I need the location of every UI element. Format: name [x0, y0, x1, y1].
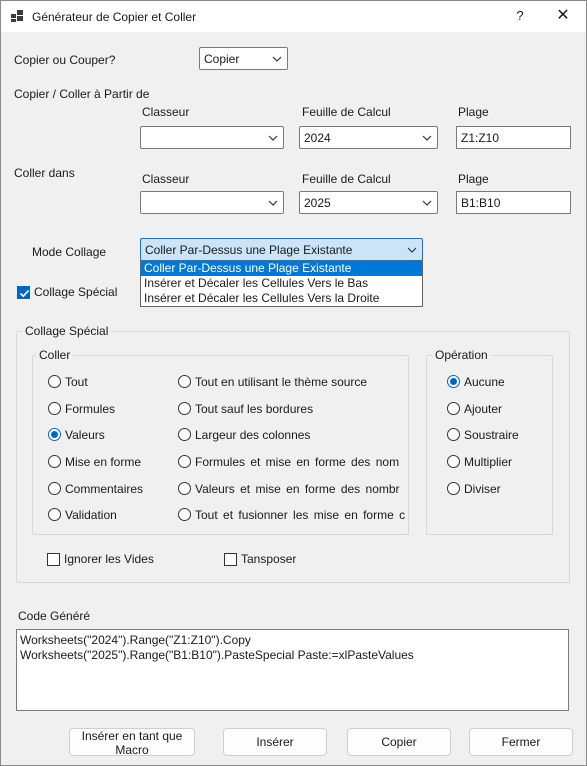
source-range-field[interactable]	[456, 126, 571, 149]
source-sheet-select[interactable]: 2024	[299, 126, 438, 149]
skip-blanks-label[interactable]: Ignorer les Vides	[64, 552, 154, 566]
source-workbook-select[interactable]	[140, 126, 284, 149]
paste-special-checkbox[interactable]	[17, 286, 30, 299]
source-section-label: Copier / Coller à Partir de	[14, 87, 150, 101]
paste-mode-select[interactable]: Coller Par-Dessus une Plage Existante	[140, 238, 423, 261]
radio-values-label[interactable]: Valeurs	[65, 428, 105, 442]
generated-code-label: Code Généré	[18, 609, 91, 623]
dropdown-option[interactable]: Insérer et Décaler les Cellules Vers la …	[141, 291, 422, 306]
source-sheet-label: Feuille de Calcul	[302, 105, 391, 119]
app-icon	[11, 10, 25, 22]
dest-workbook-select[interactable]	[140, 191, 284, 214]
radio-op-subtract[interactable]	[447, 428, 460, 441]
radio-validation-label[interactable]: Validation	[65, 508, 117, 522]
chevron-down-icon	[272, 56, 282, 62]
insert-button[interactable]: Insérer	[223, 728, 327, 756]
radio-all-label[interactable]: Tout	[65, 375, 88, 389]
radio-all-except-borders[interactable]	[178, 402, 191, 415]
radio-comments[interactable]	[48, 482, 61, 495]
dest-section-label: Coller dans	[14, 166, 75, 180]
source-range-label: Plage	[458, 105, 489, 119]
generated-code-textarea[interactable]: Worksheets("2024").Range("Z1:Z10").Copy W…	[16, 629, 569, 711]
radio-op-none[interactable]	[447, 375, 460, 388]
source-workbook-label: Classeur	[142, 105, 190, 119]
radio-all[interactable]	[48, 375, 61, 388]
radio-all-source-theme-label[interactable]: Tout en utilisant le thème source	[195, 375, 367, 389]
radio-formulas-number-formats[interactable]	[178, 455, 191, 468]
radio-op-multiply[interactable]	[447, 455, 460, 468]
dest-range-field[interactable]	[456, 191, 571, 214]
insert-as-macro-button[interactable]: Insérer en tant que Macro	[69, 728, 195, 756]
radio-op-add-label[interactable]: Ajouter	[464, 402, 502, 416]
operation-group-title: Opération	[432, 348, 491, 362]
chevron-down-icon	[407, 247, 417, 253]
paste-type-group-title: Coller	[36, 348, 74, 362]
radio-op-multiply-label[interactable]: Multiplier	[464, 455, 512, 469]
radio-formulas[interactable]	[48, 402, 61, 415]
title-bar[interactable]: Générateur de Copier et Coller ? ✕	[1, 1, 586, 32]
skip-blanks-checkbox[interactable]	[47, 553, 60, 566]
copy-or-cut-value: Copier	[204, 52, 240, 66]
radio-op-subtract-label[interactable]: Soustraire	[464, 428, 519, 442]
radio-all-except-borders-label[interactable]: Tout sauf les bordures	[195, 402, 313, 416]
chevron-down-icon	[422, 200, 432, 206]
source-range-input[interactable]	[457, 127, 570, 148]
radio-validation[interactable]	[48, 508, 61, 521]
transpose-label[interactable]: Tansposer	[241, 552, 296, 566]
radio-values[interactable]	[48, 428, 61, 441]
source-sheet-value: 2024	[304, 131, 331, 145]
dropdown-option[interactable]: Coller Par-Dessus une Plage Existante	[141, 261, 422, 276]
dest-range-label: Plage	[458, 172, 489, 186]
copy-or-cut-select[interactable]: Copier	[199, 47, 288, 70]
code-line: Worksheets("2025").Range("B1:B10").Paste…	[20, 648, 414, 662]
paste-special-checkbox-label[interactable]: Collage Spécial	[34, 285, 117, 299]
help-button[interactable]: ?	[509, 4, 531, 28]
checkmark-icon	[19, 289, 30, 298]
radio-op-add[interactable]	[447, 402, 460, 415]
chevron-down-icon	[268, 200, 278, 206]
radio-values-number-formats[interactable]	[178, 482, 191, 495]
radio-values-number-formats-label[interactable]: Valeurs et mise en forme des nombr	[195, 482, 400, 496]
close-button[interactable]: Fermer	[469, 728, 573, 756]
dest-sheet-label: Feuille de Calcul	[302, 172, 391, 186]
radio-column-widths-label[interactable]: Largeur des colonnes	[195, 428, 310, 442]
copy-or-cut-label: Copier ou Couper?	[14, 53, 116, 67]
generator-window: Générateur de Copier et Coller ? ✕ Copie…	[0, 0, 587, 766]
radio-op-divide-label[interactable]: Diviser	[464, 482, 501, 496]
copy-button[interactable]: Copier	[347, 728, 451, 756]
paste-mode-label: Mode Collage	[32, 245, 107, 259]
close-window-button[interactable]: ✕	[549, 4, 577, 28]
radio-op-divide[interactable]	[447, 482, 460, 495]
radio-formats[interactable]	[48, 455, 61, 468]
radio-op-none-label[interactable]: Aucune	[464, 375, 505, 389]
dropdown-option[interactable]: Insérer et Décaler les Cellules Vers le …	[141, 276, 422, 291]
paste-mode-value: Coller Par-Dessus une Plage Existante	[145, 243, 353, 257]
dest-sheet-select[interactable]: 2025	[299, 191, 438, 214]
radio-column-widths[interactable]	[178, 428, 191, 441]
paste-special-group-title: Collage Spécial	[22, 324, 112, 338]
chevron-down-icon	[268, 135, 278, 141]
code-line: Worksheets("2024").Range("Z1:Z10").Copy	[20, 633, 251, 647]
radio-comments-label[interactable]: Commentaires	[65, 482, 143, 496]
transpose-checkbox[interactable]	[224, 553, 237, 566]
radio-formulas-label[interactable]: Formules	[65, 402, 115, 416]
dest-workbook-label: Classeur	[142, 172, 190, 186]
dest-range-input[interactable]	[457, 192, 570, 213]
chevron-down-icon	[422, 135, 432, 141]
insert-as-macro-button-label: Insérer en tant que Macro	[81, 729, 183, 756]
radio-merge-conditional-formats[interactable]	[178, 508, 191, 521]
radio-all-source-theme[interactable]	[178, 375, 191, 388]
radio-merge-conditional-formats-label[interactable]: Tout et fusionner les mise en forme c	[195, 508, 405, 522]
radio-formats-label[interactable]: Mise en forme	[65, 455, 141, 469]
paste-mode-dropdown-list[interactable]: Coller Par-Dessus une Plage Existante In…	[140, 260, 423, 307]
radio-formulas-number-formats-label[interactable]: Formules et mise en forme des nom	[195, 455, 399, 469]
dest-sheet-value: 2025	[304, 196, 331, 210]
window-title: Générateur de Copier et Coller	[32, 10, 197, 24]
